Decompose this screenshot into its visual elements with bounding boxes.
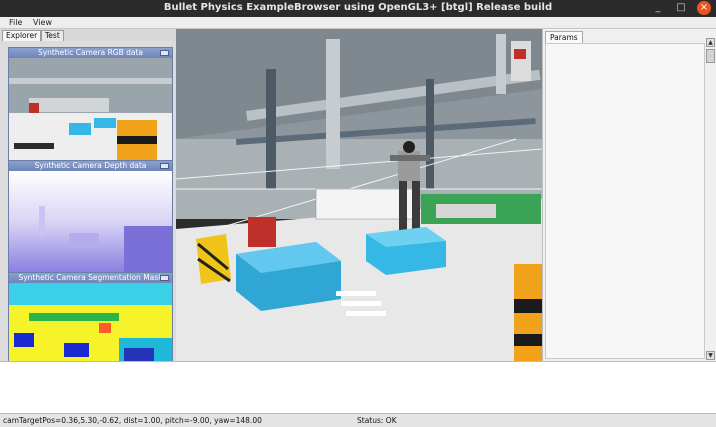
console-panel xyxy=(0,361,716,413)
close-icon[interactable]: × xyxy=(697,1,711,15)
camera-depth-image xyxy=(9,171,172,273)
camera-rgb-image xyxy=(9,58,172,160)
maximize-icon[interactable]: □ xyxy=(673,1,689,15)
params-panel: Params ▲ ▼ xyxy=(542,29,716,361)
3d-viewport[interactable] xyxy=(176,29,542,361)
minimize-icon[interactable] xyxy=(160,50,169,56)
camera-status-text: camTargetPos=0.36,5.30,-0.62, dist=1.00,… xyxy=(3,416,262,425)
camera-segmentation-titlebar[interactable]: Synthetic Camera Segmentation Mask xyxy=(9,273,172,283)
chevron-down-icon[interactable]: ▼ xyxy=(706,351,715,360)
menu-file[interactable]: File xyxy=(9,17,22,29)
camera-segmentation-title: Synthetic Camera Segmentation Mask xyxy=(18,273,163,282)
menu-view[interactable]: View xyxy=(33,17,52,29)
camera-depth-titlebar[interactable]: Synthetic Camera Depth data xyxy=(9,161,172,171)
camera-rgb-title: Synthetic Camera RGB data xyxy=(37,48,144,57)
menu-bar: File View xyxy=(0,17,716,29)
chevron-up-icon[interactable]: ▲ xyxy=(706,38,715,47)
tab-explorer[interactable]: Explorer xyxy=(2,30,42,41)
minimize-icon[interactable] xyxy=(160,275,169,281)
scrollbar-thumb[interactable] xyxy=(706,49,715,63)
camera-rgb-titlebar[interactable]: Synthetic Camera RGB data xyxy=(9,48,172,58)
minimize-icon[interactable]: _ xyxy=(650,1,666,15)
status-bar: camTargetPos=0.36,5.30,-0.62, dist=1.00,… xyxy=(0,413,716,427)
title-bar: Bullet Physics ExampleBrowser using Open… xyxy=(0,0,716,17)
scene-render xyxy=(176,29,542,361)
tab-params[interactable]: Params xyxy=(545,31,583,43)
params-content xyxy=(545,43,705,359)
status-text: Status: OK xyxy=(357,416,397,425)
tab-test[interactable]: Test xyxy=(41,30,64,41)
camera-depth-window[interactable]: Synthetic Camera Depth data xyxy=(8,160,173,274)
camera-rgb-window[interactable]: Synthetic Camera RGB data xyxy=(8,47,173,161)
camera-depth-title: Synthetic Camera Depth data xyxy=(34,161,147,170)
window-title: Bullet Physics ExampleBrowser using Open… xyxy=(163,2,553,13)
explorer-tab-strip: Explorer Test xyxy=(0,29,176,41)
minimize-icon[interactable] xyxy=(160,163,169,169)
